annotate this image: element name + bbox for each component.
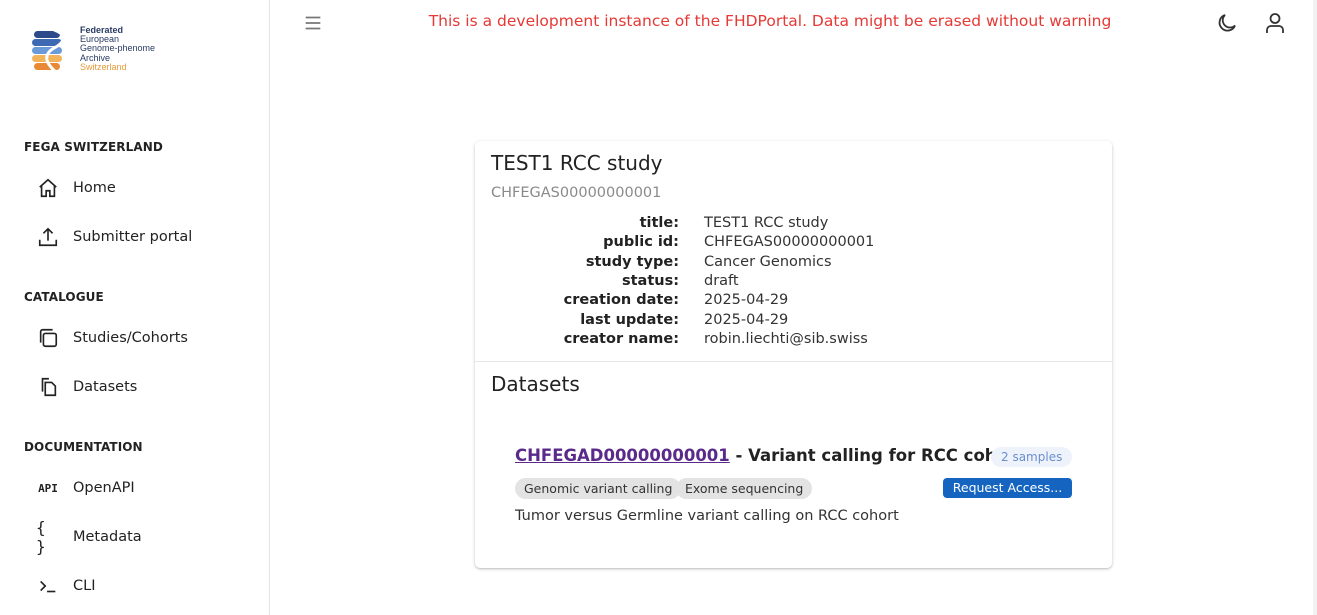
samples-count-badge: 2 samples <box>991 447 1073 467</box>
property-row: study type: Cancer Genomics <box>475 254 1112 273</box>
property-value: TEST1 RCC study <box>704 215 829 231</box>
dataset-id-link[interactable]: CHFEGAD00000000001 <box>515 446 730 465</box>
sidebar: Federated European Genome-phenome Archiv… <box>0 0 270 615</box>
sidebar-item-label: OpenAPI <box>73 480 135 496</box>
documents-icon <box>36 375 60 399</box>
property-key: title: <box>639 215 679 231</box>
sidebar-item-metadata[interactable]: { } Metadata <box>24 518 254 556</box>
sidebar-item-label: Home <box>73 180 116 196</box>
scrollbar-track[interactable] <box>1313 0 1317 615</box>
request-access-button[interactable]: Request Access... <box>943 478 1072 498</box>
sidebar-item-openapi[interactable]: API OpenAPI <box>24 470 254 506</box>
card-divider <box>475 361 1112 362</box>
api-icon: API <box>38 481 58 495</box>
property-value: 2025-04-29 <box>704 292 789 309</box>
user-account-button[interactable] <box>1263 11 1287 35</box>
sidebar-item-label: Submitter portal <box>73 229 193 245</box>
property-key: creation date: <box>563 292 679 309</box>
property-value: robin.liechti@sib.swiss <box>704 330 868 347</box>
property-value: Cancer Genomics <box>704 253 832 270</box>
property-key: creator name: <box>563 330 679 347</box>
property-row: title: TEST1 RCC study <box>475 215 1112 234</box>
sidebar-item-label: Metadata <box>73 529 142 545</box>
study-title: TEST1 RCC study <box>491 151 663 175</box>
property-value: CHFEGAS00000000001 <box>704 234 875 251</box>
user-icon <box>1266 13 1284 33</box>
property-row: creation date: 2025-04-29 <box>475 292 1112 311</box>
property-key: status: <box>621 272 679 289</box>
sidebar-item-submitter-portal[interactable]: Submitter portal <box>24 219 254 255</box>
section-documentation: DOCUMENTATION <box>24 440 143 454</box>
tag-chip[interactable]: Genomic variant calling <box>515 478 682 499</box>
sidebar-item-studies-cohorts[interactable]: Studies/Cohorts <box>24 320 254 356</box>
section-fega-switzerland: FEGA SWITZERLAND <box>24 140 163 154</box>
dataset-title: - Variant calling for RCC cohort <box>729 446 1024 465</box>
home-icon <box>36 176 60 200</box>
dataset-item: CHFEGAD00000000001 - Variant calling for… <box>515 446 1075 536</box>
dataset-description: Tumor versus Germline variant calling on… <box>515 508 899 524</box>
property-row: last update: 2025-04-29 <box>475 312 1112 331</box>
braces-icon: { } <box>36 518 46 556</box>
section-catalogue: CATALOGUE <box>24 290 104 304</box>
sidebar-item-home[interactable]: Home <box>24 170 254 206</box>
sidebar-item-label: Datasets <box>73 379 138 395</box>
logo-text: Federated European Genome-phenome Archiv… <box>80 25 156 72</box>
property-value: 2025-04-29 <box>704 311 789 328</box>
property-key: public id: <box>603 234 679 251</box>
sidebar-item-label: CLI <box>73 578 96 594</box>
tag-chip[interactable]: Exome sequencing <box>676 478 813 499</box>
moon-icon <box>1218 14 1236 32</box>
upload-icon <box>36 225 60 249</box>
property-row: creator name: robin.liechti@sib.swiss <box>475 331 1112 350</box>
terminal-icon <box>36 574 60 598</box>
sidebar-item-label: Studies/Cohorts <box>73 330 188 346</box>
property-key: last update: <box>580 311 679 328</box>
folders-icon <box>36 326 60 350</box>
logo-mark-icon <box>32 28 65 74</box>
property-row: public id: CHFEGAS00000000001 <box>475 234 1112 253</box>
study-card: TEST1 RCC study CHFEGAS00000000001 title… <box>475 141 1112 568</box>
property-value: draft <box>704 272 739 289</box>
sidebar-item-cli[interactable]: CLI <box>24 568 254 604</box>
property-key: study type: <box>585 253 679 270</box>
sidebar-item-datasets[interactable]: Datasets <box>24 369 254 405</box>
dev-instance-banner: This is a development instance of the FH… <box>428 12 1112 30</box>
datasets-heading: Datasets <box>491 372 580 396</box>
property-row: status: draft <box>475 273 1112 292</box>
dark-mode-toggle-button[interactable] <box>1215 11 1239 35</box>
study-public-id: CHFEGAS00000000001 <box>491 185 662 201</box>
fega-switzerland-logo[interactable]: Federated European Genome-phenome Archiv… <box>32 25 172 76</box>
